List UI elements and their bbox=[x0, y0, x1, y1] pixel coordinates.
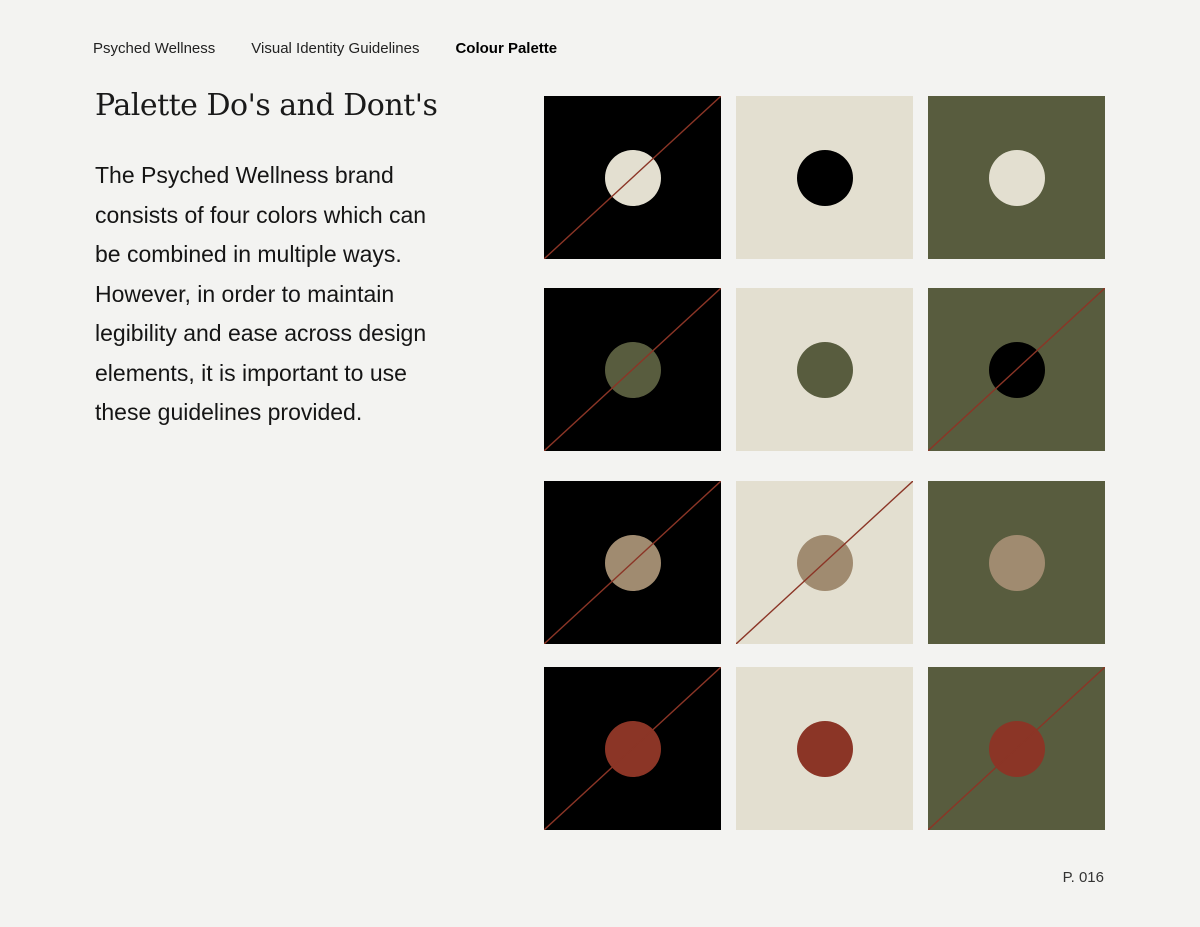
swatch-black-olive-dont bbox=[544, 288, 721, 451]
strike-line bbox=[544, 667, 721, 830]
swatch-olive-cream-do bbox=[928, 96, 1105, 259]
swatch-olive-tan-do bbox=[928, 481, 1105, 644]
strike-line bbox=[928, 667, 1105, 830]
body-paragraph: The Psyched Wellness brand consists of f… bbox=[95, 162, 427, 425]
swatch-cream-olive-do bbox=[736, 288, 913, 451]
swatch-dot bbox=[988, 534, 1045, 591]
swatch-black-red-dont bbox=[544, 667, 721, 830]
strike-line bbox=[544, 96, 721, 259]
swatch-cream-black-do bbox=[736, 96, 913, 259]
swatch-black-cream-dont bbox=[544, 96, 721, 259]
strike-line bbox=[736, 481, 913, 644]
strike-line bbox=[928, 288, 1105, 451]
nav-brand[interactable]: Psyched Wellness bbox=[93, 40, 215, 57]
nav-current-page[interactable]: Colour Palette bbox=[455, 40, 557, 57]
top-navigation: Psyched Wellness Visual Identity Guideli… bbox=[93, 40, 557, 57]
swatch-dot bbox=[796, 720, 853, 777]
swatch-cream-tan-dont bbox=[736, 481, 913, 644]
swatch-black-tan-dont bbox=[544, 481, 721, 644]
swatch-olive-black-dont bbox=[928, 288, 1105, 451]
nav-section[interactable]: Visual Identity Guidelines bbox=[251, 40, 419, 57]
strike-line bbox=[544, 288, 721, 451]
swatch-dot bbox=[988, 149, 1045, 206]
swatch-olive-red-dont bbox=[928, 667, 1105, 830]
strike-line bbox=[544, 481, 721, 644]
swatch-dot bbox=[796, 341, 853, 398]
swatch-dot bbox=[796, 149, 853, 206]
page-number: P. 016 bbox=[1062, 869, 1104, 886]
page-title: Palette Do's and Dont's bbox=[95, 88, 438, 123]
swatch-cream-red-do bbox=[736, 667, 913, 830]
